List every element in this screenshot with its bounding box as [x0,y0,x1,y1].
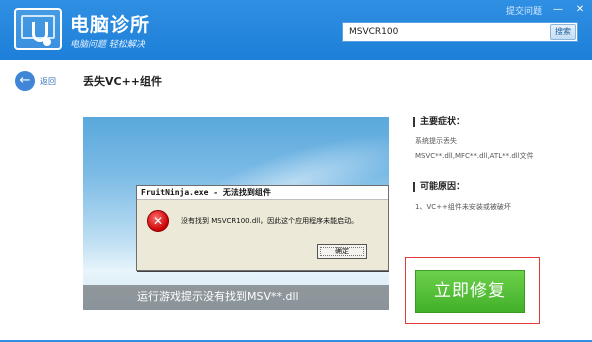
symptoms-line-2: MSVC**.dll,MFC**.dll,ATL**.dll文件 [415,152,534,160]
app-slogan: 电脑问题 轻松解决 [70,40,145,50]
minimize-icon[interactable]: — [552,4,564,16]
error-message: 没有找到 MSVCR100.dll，因此这个应用程序未能启动。 [181,217,359,225]
symptoms-line-1: 系统提示丢失 [415,137,457,145]
close-icon[interactable]: ✕ [574,4,586,16]
title-bar: 电脑诊所 电脑问题 轻松解决 提交问题 — ✕ 搜索 [0,0,592,60]
back-arrow-icon[interactable]: ← [15,71,35,91]
causes-title: 可能原因： [413,182,465,192]
causes-line-1: 1、VC++组件未安装或被破坏 [415,203,511,211]
app-logo-icon [14,8,62,50]
page-title: 丢失VC++组件 [83,75,163,88]
example-screenshot: FruitNinja.exe - 无法找到组件 ✕ 没有找到 MSVCR100.… [83,117,389,310]
back-link[interactable]: 返回 [40,76,56,87]
fix-now-button[interactable]: 立即修复 [415,270,525,313]
search-button[interactable]: 搜索 [550,24,576,40]
dialog-title: FruitNinja.exe - 无法找到组件 [137,186,388,200]
dialog-ok-button: 确定 [317,244,367,259]
search-box: 搜索 [342,22,578,42]
error-dialog: FruitNinja.exe - 无法找到组件 ✕ 没有找到 MSVCR100.… [136,185,389,271]
error-icon: ✕ [147,210,169,232]
submit-question-link[interactable]: 提交问题 [506,4,542,17]
window-controls: 提交问题 — ✕ [506,2,586,18]
screenshot-caption: 运行游戏提示没有找到MSV**.dll [137,290,299,303]
search-input[interactable] [343,23,549,41]
symptoms-title: 主要症状： [413,117,465,127]
app-title: 电脑诊所 [70,14,151,36]
